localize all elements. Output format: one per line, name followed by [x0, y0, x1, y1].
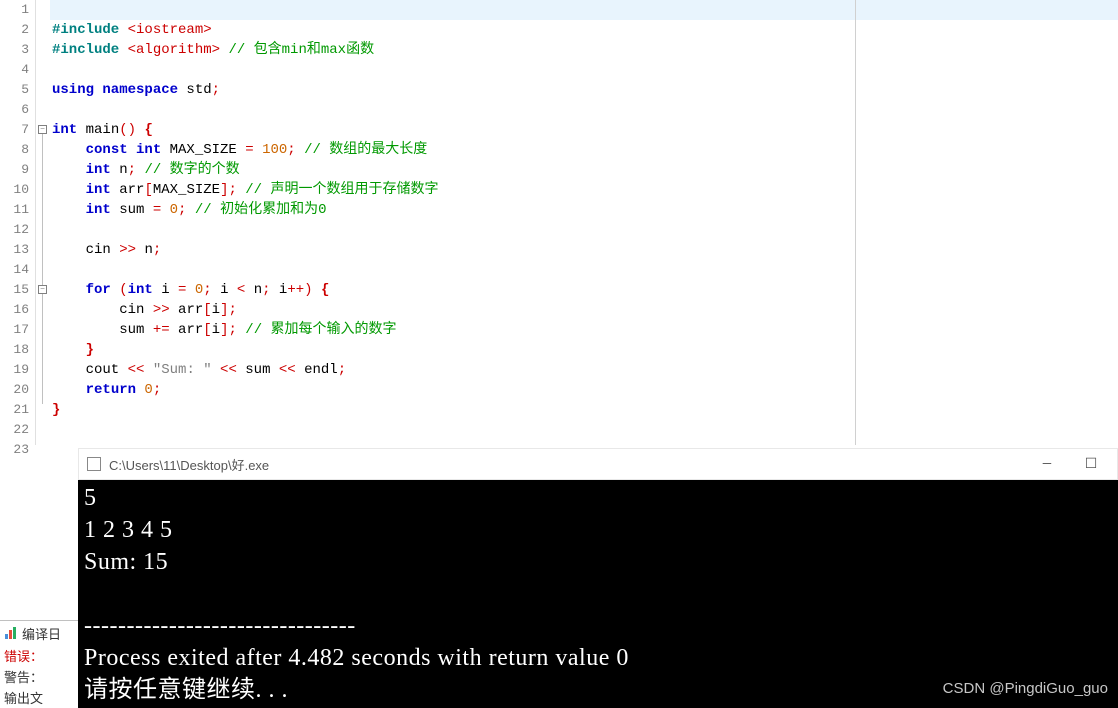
minimize-button[interactable]: — [1029, 450, 1065, 478]
code-line[interactable]: for (int i = 0; i < n; i++) { [50, 280, 1118, 300]
code-line[interactable]: const int MAX_SIZE = 100; // 数组的最大长度 [50, 140, 1118, 160]
line-number: 22 [0, 420, 29, 440]
code-line[interactable]: } [50, 400, 1118, 420]
console-title-text: C:\Users\11\Desktop\好.exe [109, 455, 1021, 474]
line-number: 21 [0, 400, 29, 420]
code-line[interactable]: return 0; [50, 380, 1118, 400]
code-line[interactable]: #include <iostream> [50, 20, 1118, 40]
line-number: 9 [0, 160, 29, 180]
line-number: 8 [0, 140, 29, 160]
line-number: 17 [0, 320, 29, 340]
line-number: 10 [0, 180, 29, 200]
warning-count-label: 警告： [0, 666, 78, 687]
code-line[interactable]: sum += arr[i]; // 累加每个输入的数字 [50, 320, 1118, 340]
line-number: 20 [0, 380, 29, 400]
console-output[interactable]: 5 1 2 3 4 5 Sum: 15 --------------------… [78, 480, 1118, 708]
line-number: 16 [0, 300, 29, 320]
app-icon [87, 457, 101, 471]
code-line[interactable] [50, 440, 1118, 445]
code-line[interactable]: cin >> n; [50, 240, 1118, 260]
code-editor[interactable]: 1234567891011121314151617181920212223 −−… [0, 0, 1118, 445]
line-number: 3 [0, 40, 29, 60]
code-line[interactable] [50, 420, 1118, 440]
line-number-gutter: 1234567891011121314151617181920212223 [0, 0, 36, 445]
chart-bar-icon [4, 626, 18, 640]
fold-column[interactable]: −− [36, 0, 50, 445]
line-number: 23 [0, 440, 29, 460]
line-number: 18 [0, 340, 29, 360]
line-number: 6 [0, 100, 29, 120]
fold-toggle-icon[interactable]: − [38, 285, 47, 294]
line-number: 5 [0, 80, 29, 100]
code-line[interactable]: cout << "Sum: " << sum << endl; [50, 360, 1118, 380]
code-line[interactable]: int arr[MAX_SIZE]; // 声明一个数组用于存储数字 [50, 180, 1118, 200]
compile-log-tab[interactable]: 编译日 [0, 621, 78, 645]
code-line[interactable] [50, 60, 1118, 80]
maximize-button[interactable]: ☐ [1073, 450, 1109, 478]
code-line[interactable]: using namespace std; [50, 80, 1118, 100]
watermark-text: CSDN @PingdiGuo_guo [943, 680, 1108, 697]
console-titlebar[interactable]: C:\Users\11\Desktop\好.exe — ☐ [78, 448, 1118, 480]
code-line[interactable] [50, 0, 1118, 20]
line-number: 15 [0, 280, 29, 300]
code-line[interactable] [50, 100, 1118, 120]
code-line[interactable]: #include <algorithm> // 包含min和max函数 [50, 40, 1118, 60]
code-line[interactable]: } [50, 340, 1118, 360]
line-number: 2 [0, 20, 29, 40]
code-line[interactable] [50, 220, 1118, 240]
bottom-status-panel: 编译日 错误： 警告： 输出文 [0, 620, 78, 708]
line-number: 13 [0, 240, 29, 260]
code-line[interactable]: int n; // 数字的个数 [50, 160, 1118, 180]
output-file-label: 输出文 [0, 687, 78, 708]
code-line[interactable]: int sum = 0; // 初始化累加和为0 [50, 200, 1118, 220]
fold-toggle-icon[interactable]: − [38, 125, 47, 134]
line-number: 1 [0, 0, 29, 20]
line-number: 7 [0, 120, 29, 140]
compile-log-label: 编译日 [22, 624, 61, 643]
code-line[interactable]: cin >> arr[i]; [50, 300, 1118, 320]
line-number: 19 [0, 360, 29, 380]
console-window: C:\Users\11\Desktop\好.exe — ☐ 5 1 2 3 4 … [78, 448, 1118, 708]
code-text-area[interactable]: #include <iostream>#include <algorithm> … [50, 0, 1118, 445]
line-number: 12 [0, 220, 29, 240]
line-number: 11 [0, 200, 29, 220]
line-number: 14 [0, 260, 29, 280]
line-number: 4 [0, 60, 29, 80]
code-line[interactable] [50, 260, 1118, 280]
editor-split-divider[interactable] [855, 0, 856, 445]
code-line[interactable]: int main() { [50, 120, 1118, 140]
error-count-label: 错误： [0, 645, 78, 666]
